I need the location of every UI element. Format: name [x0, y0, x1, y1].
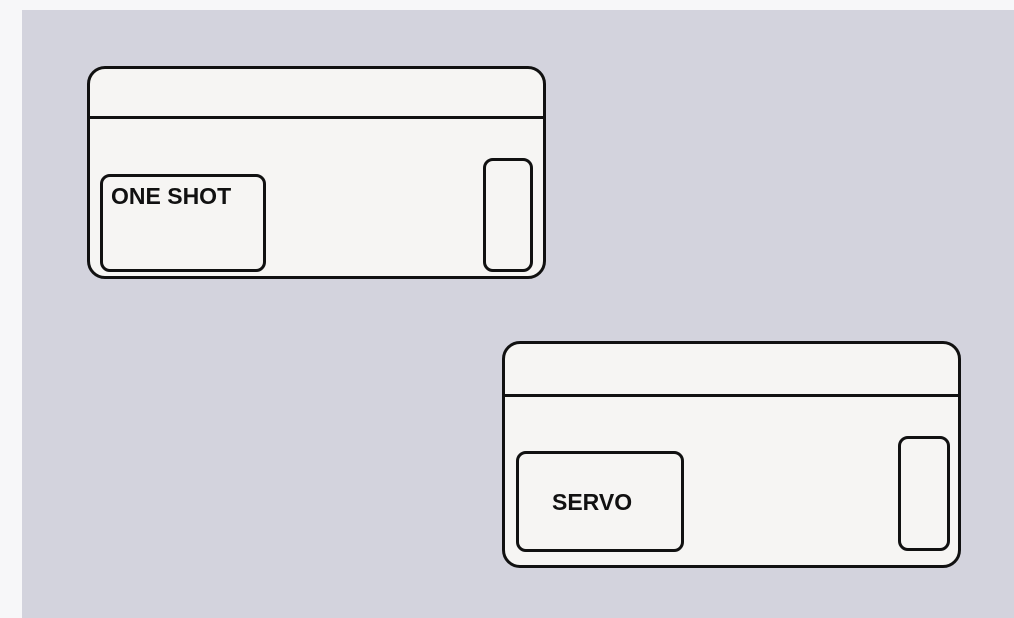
side-indicator	[898, 436, 950, 551]
focus-mode-label: SERVO	[552, 489, 633, 515]
lcd-panel-servo: SERVO	[502, 341, 961, 568]
side-indicator	[483, 158, 533, 272]
lcd-panel-one-shot: ONE SHOT	[87, 66, 546, 279]
lcd-panel-top-strip	[505, 344, 958, 397]
diagram-canvas: ONE SHOT SERVO	[22, 10, 1014, 618]
lcd-panel-top-strip	[90, 69, 543, 119]
focus-mode-display: ONE SHOT	[100, 174, 266, 272]
focus-mode-label: ONE SHOT	[111, 183, 232, 209]
focus-mode-display: SERVO	[516, 451, 684, 552]
